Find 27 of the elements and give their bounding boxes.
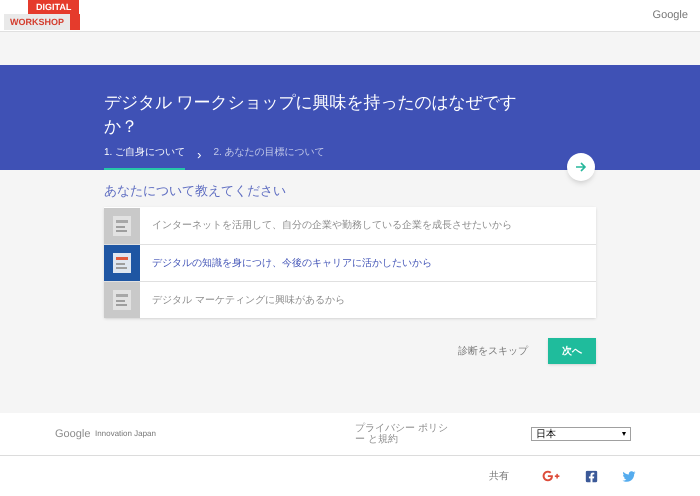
privacy-link[interactable]: プライバシー ポリシー と規約 [355,423,451,445]
logo-text: DIGITAL [28,0,80,14]
footer-brand: Google [55,426,92,442]
page-title: デジタル ワークショップに興味を持ったのはなぜですか？ [104,92,518,138]
answer-option[interactable]: デジタル マーケティングに興味があるから [104,281,596,318]
option-label: デジタル マーケティングに興味があるから [151,294,345,308]
answer-option[interactable]: デジタルの知識を身につけ、今後のキャリアに活かしたいから [104,244,596,281]
footer-site-name: Innovation Japan [95,428,157,440]
arrow-right-icon [575,161,587,173]
skip-link[interactable]: 診断をスキップ [458,344,528,358]
option-label: インターネットを活用して、自分の企業や勤務している企業を成長させたいから [151,218,512,233]
facebook-icon[interactable] [585,470,598,482]
brand-text: Google [652,8,688,24]
next-button[interactable]: 次へ [548,338,596,364]
answer-option[interactable]: インターネットを活用して、自分の企業や勤務している企業を成長させたいから [104,207,596,244]
logo-text: WORKSHOP [4,14,80,30]
option-label: デジタルの知識を身につけ、今後のキャリアに活かしたいから [151,256,432,270]
step-tab[interactable]: 2. あなたの目標について [213,145,325,170]
question-text: あなたについて教えてください [104,182,287,200]
region-select[interactable]: 日本 [531,427,631,441]
logo[interactable]: DIGITAL WORKSHOP [0,0,80,32]
google-plus-icon[interactable] [541,469,561,483]
step-tab[interactable]: 1. ご自身について [104,145,186,170]
share-label: 共有 [489,470,509,484]
dropdown-icon [622,432,626,436]
next-arrow-button[interactable] [567,153,595,181]
step-separator: › [196,146,202,164]
